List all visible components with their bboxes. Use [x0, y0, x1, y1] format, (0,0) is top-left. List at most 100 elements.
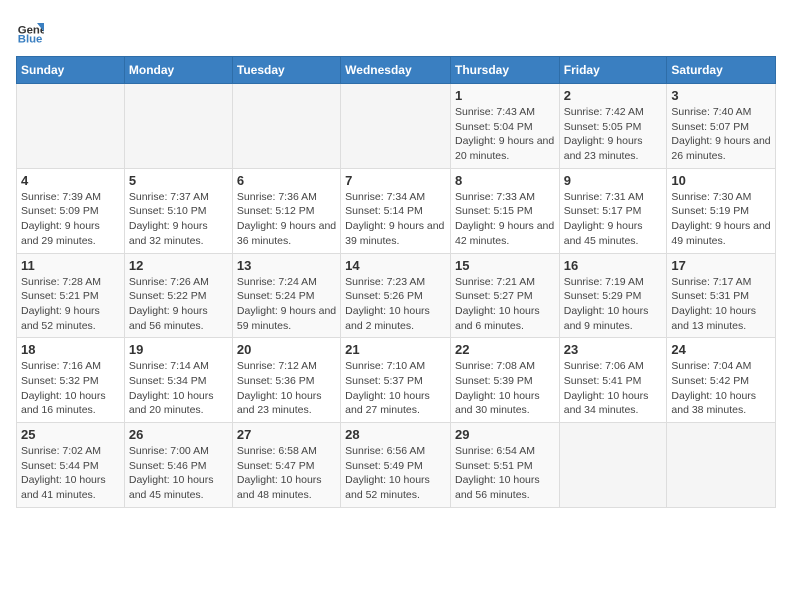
day-info: Sunrise: 7:34 AM Sunset: 5:14 PM Dayligh… — [345, 190, 446, 249]
day-info: Sunrise: 7:31 AM Sunset: 5:17 PM Dayligh… — [564, 190, 663, 249]
day-header-wednesday: Wednesday — [341, 57, 451, 84]
day-number: 10 — [671, 173, 771, 188]
day-number: 12 — [129, 258, 228, 273]
calendar-week-2: 11Sunrise: 7:28 AM Sunset: 5:21 PM Dayli… — [17, 253, 776, 338]
day-number: 9 — [564, 173, 663, 188]
page-header: General Blue — [16, 16, 776, 44]
calendar-cell: 26 Sunrise: 7:00 AM Sunset: 5:46 PM Dayli… — [124, 423, 232, 508]
day-info: Sunrise: 7:36 AM Sunset: 5:12 PM Dayligh… — [237, 190, 336, 249]
day-number: 13 — [237, 258, 336, 273]
svg-text:Blue: Blue — [18, 33, 43, 44]
day-info: Sunrise: 7:33 AM Sunset: 5:15 PM Dayligh… — [455, 190, 555, 249]
calendar-cell: 17 Sunrise: 7:17 AM Sunset: 5:31 PM Dayli… — [667, 253, 776, 338]
calendar-week-3: 18 Sunrise: 7:16 AM Sunset: 5:32 PM Dayli… — [17, 338, 776, 423]
day-number: 5 — [129, 173, 228, 188]
calendar-cell — [667, 423, 776, 508]
day-number: 27 — [237, 427, 336, 442]
calendar-cell: 22 Sunrise: 7:08 AM Sunset: 5:39 PM Dayli… — [450, 338, 559, 423]
day-number: 1 — [455, 88, 555, 103]
calendar-cell: 10 Sunrise: 7:30 AM Sunset: 5:19 PM Dayli… — [667, 168, 776, 253]
day-number: 8 — [455, 173, 555, 188]
day-header-friday: Friday — [559, 57, 667, 84]
day-number: 18 — [21, 342, 120, 357]
day-info: Sunrise: 6:54 AM Sunset: 5:51 PM Dayligh… — [455, 444, 555, 503]
day-info: Sunrise: 7:14 AM Sunset: 5:34 PM Dayligh… — [129, 359, 228, 418]
day-number: 28 — [345, 427, 446, 442]
day-number: 17 — [671, 258, 771, 273]
calendar-cell: 11Sunrise: 7:28 AM Sunset: 5:21 PM Dayli… — [17, 253, 125, 338]
day-info: Sunrise: 7:42 AM Sunset: 5:05 PM Dayligh… — [564, 105, 663, 164]
calendar-cell: 23 Sunrise: 7:06 AM Sunset: 5:41 PM Dayli… — [559, 338, 667, 423]
day-number: 23 — [564, 342, 663, 357]
calendar-week-1: 4 Sunrise: 7:39 AM Sunset: 5:09 PM Daylig… — [17, 168, 776, 253]
day-info: Sunrise: 7:00 AM Sunset: 5:46 PM Dayligh… — [129, 444, 228, 503]
day-info: Sunrise: 7:24 AM Sunset: 5:24 PM Dayligh… — [237, 275, 336, 334]
calendar-week-4: 25Sunrise: 7:02 AM Sunset: 5:44 PM Dayli… — [17, 423, 776, 508]
day-info: Sunrise: 7:17 AM Sunset: 5:31 PM Dayligh… — [671, 275, 771, 334]
calendar-cell: 29 Sunrise: 6:54 AM Sunset: 5:51 PM Dayli… — [450, 423, 559, 508]
day-info: Sunrise: 7:40 AM Sunset: 5:07 PM Dayligh… — [671, 105, 771, 164]
day-info: Sunrise: 7:10 AM Sunset: 5:37 PM Dayligh… — [345, 359, 446, 418]
day-info: Sunrise: 7:39 AM Sunset: 5:09 PM Dayligh… — [21, 190, 120, 249]
day-info: Sunrise: 7:43 AM Sunset: 5:04 PM Dayligh… — [455, 105, 555, 164]
day-info: Sunrise: 7:04 AM Sunset: 5:42 PM Dayligh… — [671, 359, 771, 418]
day-info: Sunrise: 7:23 AM Sunset: 5:26 PM Dayligh… — [345, 275, 446, 334]
day-number: 19 — [129, 342, 228, 357]
calendar-cell — [232, 84, 340, 169]
calendar-cell: 27 Sunrise: 6:58 AM Sunset: 5:47 PM Dayli… — [232, 423, 340, 508]
calendar-cell: 19 Sunrise: 7:14 AM Sunset: 5:34 PM Dayli… — [124, 338, 232, 423]
calendar-table: SundayMondayTuesdayWednesdayThursdayFrid… — [16, 56, 776, 508]
day-header-monday: Monday — [124, 57, 232, 84]
day-number: 24 — [671, 342, 771, 357]
calendar-cell — [559, 423, 667, 508]
logo-icon: General Blue — [16, 16, 44, 44]
day-info: Sunrise: 7:06 AM Sunset: 5:41 PM Dayligh… — [564, 359, 663, 418]
calendar-cell: 13 Sunrise: 7:24 AM Sunset: 5:24 PM Dayli… — [232, 253, 340, 338]
day-header-tuesday: Tuesday — [232, 57, 340, 84]
day-number: 29 — [455, 427, 555, 442]
calendar-cell: 18 Sunrise: 7:16 AM Sunset: 5:32 PM Dayli… — [17, 338, 125, 423]
day-info: Sunrise: 7:08 AM Sunset: 5:39 PM Dayligh… — [455, 359, 555, 418]
day-info: Sunrise: 6:56 AM Sunset: 5:49 PM Dayligh… — [345, 444, 446, 503]
day-number: 4 — [21, 173, 120, 188]
day-number: 22 — [455, 342, 555, 357]
calendar-cell: 15 Sunrise: 7:21 AM Sunset: 5:27 PM Dayli… — [450, 253, 559, 338]
calendar-cell: 28 Sunrise: 6:56 AM Sunset: 5:49 PM Dayli… — [341, 423, 451, 508]
day-info: Sunrise: 6:58 AM Sunset: 5:47 PM Dayligh… — [237, 444, 336, 503]
day-number: 21 — [345, 342, 446, 357]
calendar-cell: 5Sunrise: 7:37 AM Sunset: 5:10 PM Daylig… — [124, 168, 232, 253]
calendar-cell: 24 Sunrise: 7:04 AM Sunset: 5:42 PM Dayli… — [667, 338, 776, 423]
day-number: 6 — [237, 173, 336, 188]
calendar-cell: 4 Sunrise: 7:39 AM Sunset: 5:09 PM Daylig… — [17, 168, 125, 253]
day-info: Sunrise: 7:26 AM Sunset: 5:22 PM Dayligh… — [129, 275, 228, 334]
calendar-cell: 8 Sunrise: 7:33 AM Sunset: 5:15 PM Daylig… — [450, 168, 559, 253]
day-header-sunday: Sunday — [17, 57, 125, 84]
calendar-cell: 6 Sunrise: 7:36 AM Sunset: 5:12 PM Daylig… — [232, 168, 340, 253]
day-number: 3 — [671, 88, 771, 103]
calendar-cell: 12 Sunrise: 7:26 AM Sunset: 5:22 PM Dayli… — [124, 253, 232, 338]
calendar-header: SundayMondayTuesdayWednesdayThursdayFrid… — [17, 57, 776, 84]
calendar-cell: 21 Sunrise: 7:10 AM Sunset: 5:37 PM Dayli… — [341, 338, 451, 423]
day-number: 2 — [564, 88, 663, 103]
day-number: 15 — [455, 258, 555, 273]
calendar-cell: 2 Sunrise: 7:42 AM Sunset: 5:05 PM Daylig… — [559, 84, 667, 169]
day-number: 25 — [21, 427, 120, 442]
day-number: 14 — [345, 258, 446, 273]
logo: General Blue — [16, 16, 48, 44]
day-info: Sunrise: 7:16 AM Sunset: 5:32 PM Dayligh… — [21, 359, 120, 418]
day-info: Sunrise: 7:19 AM Sunset: 5:29 PM Dayligh… — [564, 275, 663, 334]
day-info: Sunrise: 7:30 AM Sunset: 5:19 PM Dayligh… — [671, 190, 771, 249]
day-info: Sunrise: 7:21 AM Sunset: 5:27 PM Dayligh… — [455, 275, 555, 334]
calendar-cell — [17, 84, 125, 169]
calendar-cell: 9 Sunrise: 7:31 AM Sunset: 5:17 PM Daylig… — [559, 168, 667, 253]
day-number: 16 — [564, 258, 663, 273]
calendar-cell: 20Sunrise: 7:12 AM Sunset: 5:36 PM Dayli… — [232, 338, 340, 423]
day-number: 11 — [21, 258, 120, 273]
day-number: 7 — [345, 173, 446, 188]
calendar-cell: 25Sunrise: 7:02 AM Sunset: 5:44 PM Dayli… — [17, 423, 125, 508]
calendar-cell: 16 Sunrise: 7:19 AM Sunset: 5:29 PM Dayli… — [559, 253, 667, 338]
calendar-week-0: 1 Sunrise: 7:43 AM Sunset: 5:04 PM Daylig… — [17, 84, 776, 169]
calendar-cell: 1 Sunrise: 7:43 AM Sunset: 5:04 PM Daylig… — [450, 84, 559, 169]
day-number: 26 — [129, 427, 228, 442]
day-header-saturday: Saturday — [667, 57, 776, 84]
